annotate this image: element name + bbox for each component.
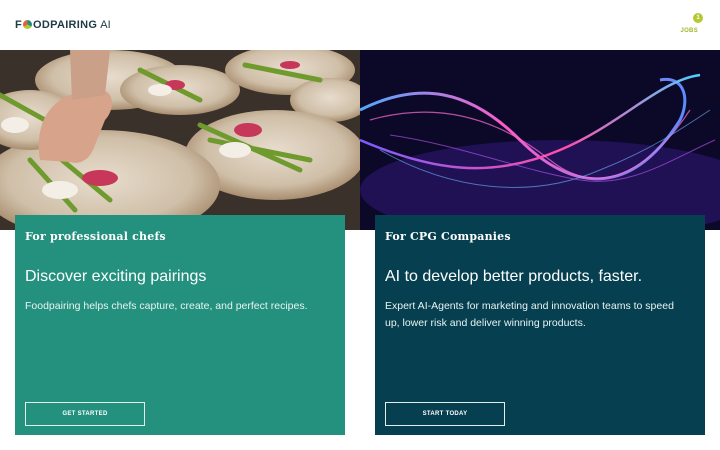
- chefs-card: For professional chefs Discover exciting…: [15, 215, 345, 435]
- cpg-card-kicker: For CPG Companies: [385, 230, 511, 243]
- logo-suffix: AI: [100, 19, 111, 31]
- chefs-card-title: Discover exciting pairings: [25, 268, 207, 285]
- cpg-card-body: Expert AI-Agents for marketing and innov…: [385, 300, 674, 329]
- foodpairing-logo[interactable]: F ODPAIRING AI: [15, 18, 111, 32]
- logo-dot-icon: [23, 20, 33, 29]
- cpg-card: For CPG Companies AI to develop better p…: [375, 215, 705, 435]
- site-header: F ODPAIRING AI JOBS 1: [0, 0, 720, 50]
- logo-wordmark: F ODPAIRING: [15, 19, 98, 31]
- jobs-link[interactable]: JOBS 1: [674, 13, 703, 34]
- cpg-card-title: AI to develop better products, faster.: [385, 268, 643, 285]
- jobs-label[interactable]: JOBS: [680, 28, 698, 34]
- abstract-neon-waves-image: [360, 50, 720, 230]
- food-plating-photo: [0, 50, 360, 230]
- jobs-count-badge: 1: [693, 13, 703, 23]
- chefs-card-body: Foodpairing helps chefs capture, create,…: [25, 300, 308, 312]
- logo-wordmark-rest: ODPAIRING: [33, 19, 98, 31]
- chefs-card-kicker: For professional chefs: [25, 230, 166, 243]
- chefs-hero-image: [0, 50, 360, 230]
- get-started-button[interactable]: GET STARTED: [25, 402, 145, 426]
- cpg-hero-image: [360, 50, 720, 230]
- start-today-button[interactable]: START TODAY: [385, 402, 505, 426]
